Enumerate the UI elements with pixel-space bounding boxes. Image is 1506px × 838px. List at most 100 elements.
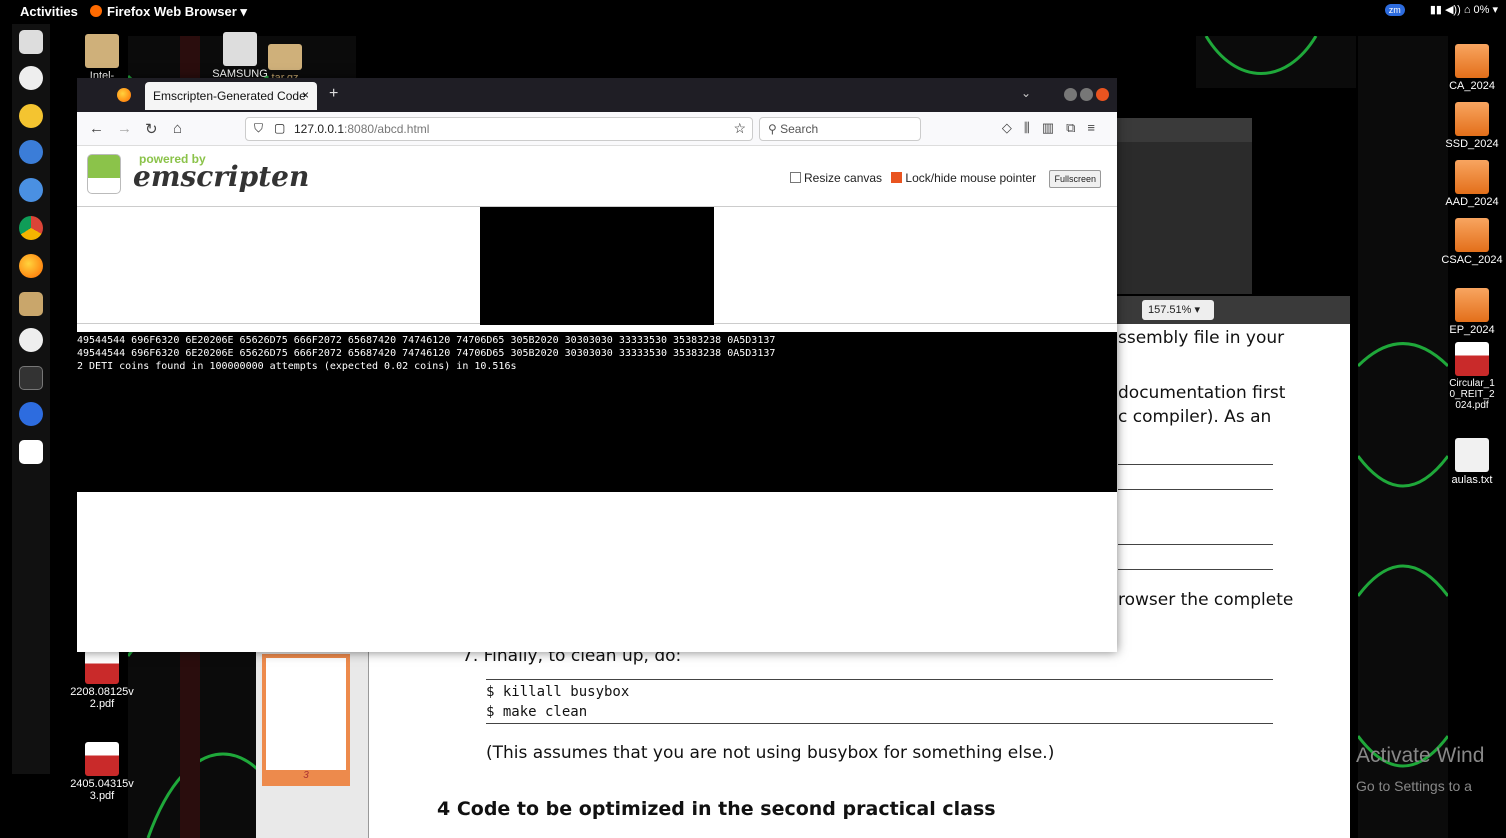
reload-icon[interactable]: ↻ — [145, 120, 158, 138]
pocket-icon[interactable]: ◇ — [1002, 120, 1024, 135]
thunderbird-icon[interactable] — [19, 140, 43, 164]
code-rule — [1118, 464, 1273, 465]
library-icon[interactable]: ⫼ — [1024, 120, 1042, 135]
archive-icon[interactable] — [19, 292, 43, 316]
activities-button[interactable]: Activities — [20, 4, 78, 19]
back-icon[interactable]: ← — [89, 120, 104, 137]
desktop-icon-csac2024[interactable]: CSAC_2024 — [1432, 218, 1506, 266]
desktop-icon-aulas-txt[interactable]: aulas.txt — [1432, 438, 1506, 486]
home-icon[interactable]: ⌂ — [173, 120, 182, 137]
list-tabs-icon[interactable]: ⌄ — [1021, 86, 1031, 100]
system-tray[interactable]: zm ▮▮ ◀)) ⌂ 0% ▾ — [1384, 3, 1498, 16]
resize-canvas-checkbox[interactable] — [790, 172, 801, 183]
activation-watermark-sub: Go to Settings to a — [1356, 778, 1472, 794]
close-tab-icon[interactable]: × — [302, 88, 309, 102]
desktop-icon-ca2024[interactable]: CA_2024 — [1432, 44, 1506, 92]
maximize-icon[interactable] — [1080, 88, 1093, 101]
folder-icon — [1455, 102, 1489, 136]
code-rule — [1118, 489, 1273, 490]
activation-watermark: Activate Wind — [1356, 744, 1485, 767]
bookmark-star-icon[interactable]: ☆ — [733, 120, 746, 137]
rhythmbox-icon[interactable] — [19, 104, 43, 128]
desktop-icon-circular-pdf[interactable]: Circular_10_REIT_2024.pdf — [1432, 342, 1506, 411]
menu-icon[interactable]: ≡ — [1087, 120, 1107, 135]
url-bar[interactable]: ⛉ ▢ 127.0.0.1:8080/abcd.html ☆ — [245, 117, 753, 141]
background-window[interactable] — [1116, 118, 1252, 294]
code-rule — [486, 723, 1273, 724]
code-rule — [1118, 569, 1273, 570]
pdf-icon — [1455, 342, 1489, 376]
code-rule — [486, 679, 1273, 680]
tab-emscripten[interactable]: Emscripten-Generated Code × — [145, 82, 317, 110]
output-line: 49544544 696F6320 6E20206E 65626D75 666F… — [77, 348, 776, 359]
folder-icon — [1455, 218, 1489, 252]
search-placeholder: Search — [780, 122, 819, 136]
extensions-icon[interactable]: ⧉ — [1066, 120, 1087, 135]
app-menu[interactable]: Firefox Web Browser ▾ — [90, 4, 247, 20]
toolbar-icons: ◇⫼▥⧉≡ — [1002, 120, 1107, 136]
background-window-titlebar[interactable] — [1116, 118, 1252, 142]
dock — [12, 24, 50, 774]
desktop-icon-zip[interactable]: Intel- — [62, 34, 142, 82]
desktop-icon-ep2024[interactable]: EP_2024 — [1432, 288, 1506, 336]
pdf-thumbnail-sidebar: 3 — [256, 648, 368, 838]
thumbnail-page — [266, 658, 346, 770]
desktop-icon-aad2024[interactable]: AAD_2024 — [1432, 160, 1506, 208]
pdf-thumbnail[interactable]: 3 — [262, 654, 350, 786]
pdf-line-3: c compiler). As an — [1118, 407, 1272, 427]
minimize-icon[interactable] — [1064, 88, 1077, 101]
emscripten-logo-icon — [87, 154, 121, 194]
sidebar-icon[interactable]: ▥ — [1042, 120, 1066, 135]
document-viewer-icon[interactable] — [19, 440, 43, 464]
page-info-icon[interactable]: ▢ — [274, 121, 285, 135]
search-bar[interactable]: ⚲ Search — [759, 117, 921, 141]
zoom-icon[interactable] — [19, 402, 43, 426]
desktop-icon-paper2[interactable]: 2405.04315v3.pdf — [62, 742, 142, 802]
desktop-icon-paper1[interactable]: 2208.08125v2.pdf — [62, 650, 142, 710]
updater-icon[interactable] — [19, 328, 43, 352]
top-bar: Activities Firefox Web Browser ▾ zm ▮▮ ◀… — [0, 0, 1506, 24]
output-console[interactable]: 49544544 696F6320 6E20206E 65626D75 666F… — [77, 332, 1117, 492]
desktop-icon-ssd2024[interactable]: SSD_2024 — [1432, 102, 1506, 150]
terminal-icon[interactable] — [19, 366, 43, 390]
chrome-icon[interactable] — [19, 216, 43, 240]
forward-icon[interactable]: → — [117, 120, 132, 137]
desktop-icon-label: EP_2024 — [1449, 324, 1495, 336]
desktop-icon-label: aulas.txt — [1451, 474, 1493, 486]
status-icons[interactable]: ▮▮ ◀)) ⌂ 0% ▾ — [1430, 4, 1498, 16]
pdf-icon — [85, 650, 119, 684]
zip-icon — [85, 34, 119, 68]
url-path: :8080/abcd.html — [344, 122, 430, 136]
fullscreen-button[interactable]: Fullscreen — [1049, 170, 1101, 188]
shield-icon[interactable]: ⛉ — [254, 121, 263, 136]
lock-pointer-label: Lock/hide mouse pointer — [905, 171, 1037, 185]
settings-icon[interactable] — [19, 66, 43, 90]
nav-bar: ← → ↻ ⌂ ⛉ ▢ 127.0.0.1:8080/abcd.html ☆ ⚲… — [77, 112, 1117, 146]
emscripten-header: powered by emscripten Resize canvas Lock… — [77, 146, 1117, 206]
desktop-icon-label: 2405.04315v3.pdf — [70, 778, 134, 802]
chromium-icon[interactable] — [19, 178, 43, 202]
pdf-note: (This assumes that you are not using bus… — [486, 743, 1055, 763]
firefox-icon — [90, 5, 102, 17]
window-controls — [1061, 88, 1109, 106]
canvas-area — [77, 206, 1117, 325]
desktop-icon-label: AAD_2024 — [1445, 196, 1499, 208]
new-tab-icon[interactable]: + — [329, 85, 338, 103]
emscripten-canvas[interactable] — [480, 207, 714, 325]
zoom-select[interactable]: 157.51% ▾ — [1142, 300, 1214, 320]
lock-pointer-checkbox[interactable] — [891, 172, 903, 183]
desktop-icon-label: Circular_10_REIT_2024.pdf — [1449, 378, 1495, 411]
firefox-dock-icon[interactable] — [19, 254, 43, 278]
close-icon[interactable] — [1096, 88, 1109, 101]
pdf-icon — [85, 742, 119, 776]
folder-icon — [1455, 288, 1489, 322]
desktop-icon-label: SSD_2024 — [1445, 138, 1499, 150]
pdf-line-2: documentation first — [1118, 383, 1286, 403]
code-rule — [1118, 544, 1273, 545]
text-file-icon — [1455, 438, 1489, 472]
files-icon[interactable] — [19, 30, 43, 54]
tab-bar: Emscripten-Generated Code × + ⌄ — [77, 78, 1117, 112]
pdf-toolbar: 157.51% ▾ — [1116, 296, 1350, 324]
zoom-tray-icon[interactable]: zm — [1384, 4, 1405, 16]
pdf-section-heading: 4 Code to be optimized in the second pra… — [437, 798, 996, 820]
